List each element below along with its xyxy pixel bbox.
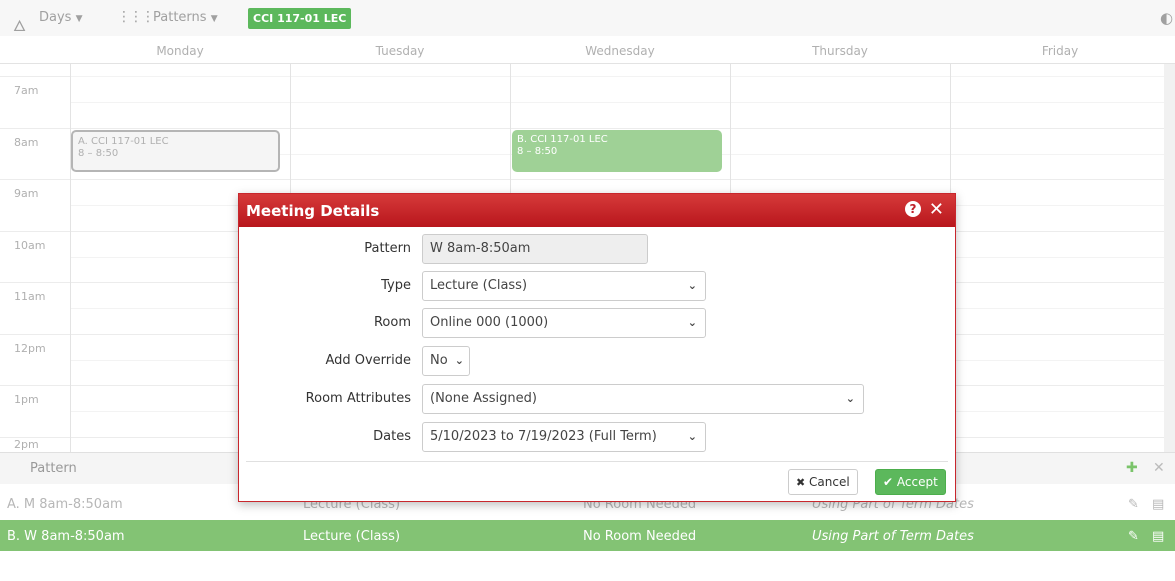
day-tuesday: Tuesday [375, 44, 425, 58]
pattern-row: Pattern W 8am-8:50am [239, 234, 957, 264]
room-value: Online 000 (1000) [430, 315, 549, 330]
room-select[interactable]: Online 000 (1000) ⌄ [422, 308, 706, 338]
attributes-value: (None Assigned) [430, 391, 537, 406]
row-room: No Room Needed [583, 529, 697, 544]
day-thursday: Thursday [812, 44, 868, 58]
table-row[interactable]: B. W 8am-8:50am Lecture (Class) No Room … [0, 520, 1175, 551]
day-friday: Friday [1041, 44, 1079, 58]
row-pattern: A. M 8am-8:50am [7, 497, 123, 512]
room-row: Room Online 000 (1000) ⌄ [239, 308, 957, 338]
time-label: 10am [14, 239, 46, 252]
time-label: 1pm [14, 393, 39, 406]
day-wednesday: Wednesday [585, 44, 655, 58]
patterns-label: Patterns [153, 10, 207, 25]
override-value: No [430, 353, 448, 368]
type-value: Lecture (Class) [430, 278, 528, 293]
chevron-down-icon: ▼ [75, 14, 83, 24]
course-badge[interactable]: CCI 117-01 LEC [248, 8, 352, 29]
dialog-title: Meeting Details [246, 202, 380, 220]
add-icon[interactable]: ✚ [1126, 460, 1138, 476]
event-title: A. CCI 117-01 LEC [78, 136, 169, 147]
days-dropdown[interactable]: Days ▼ [39, 10, 83, 25]
cancel-button[interactable]: ✖ Cancel [788, 469, 858, 495]
type-row: Type Lecture (Class) ⌄ [239, 271, 957, 301]
time-label: 12pm [14, 342, 46, 355]
pattern-label: Pattern [364, 241, 411, 256]
check-icon: ✔ [883, 475, 894, 489]
attributes-label: Room Attributes [305, 391, 411, 406]
patterns-dropdown[interactable]: Patterns ▼ [153, 10, 218, 25]
event-b[interactable]: B. CCI 117-01 LEC 8 – 8:50 [512, 130, 722, 172]
event-time: 8 – 8:50 [517, 146, 558, 157]
override-label: Add Override [325, 353, 411, 368]
dates-value: 5/10/2023 to 7/19/2023 (Full Term) [430, 429, 657, 444]
type-label: Type [381, 278, 411, 293]
row-dates: Using Part of Term Dates [812, 529, 974, 544]
grid-icon[interactable]: ⋮⋮⋮ [117, 9, 155, 25]
accept-label: Accept [896, 475, 938, 489]
override-select[interactable]: No ⌄ [422, 346, 470, 376]
time-label: 9am [14, 187, 39, 200]
row-pattern: B. W 8am-8:50am [7, 529, 125, 544]
dates-label: Dates [373, 429, 411, 444]
day-header: Monday Tuesday Wednesday Thursday Friday [0, 36, 1175, 64]
cancel-label: Cancel [809, 475, 850, 489]
chevron-down-icon: ⌄ [687, 430, 697, 443]
attributes-row: Room Attributes (None Assigned) ⌄ [239, 384, 957, 414]
divider [246, 461, 948, 462]
close-icon[interactable]: ✕ [1153, 460, 1165, 476]
accept-button[interactable]: ✔ Accept [875, 469, 946, 495]
time-label: 8am [14, 136, 39, 149]
close-icon: ✖ [796, 476, 806, 489]
meeting-details-dialog: Meeting Details ? ✕ Pattern W 8am-8:50am… [238, 193, 956, 502]
grid-scrollbar[interactable] [1164, 64, 1175, 452]
event-time: 8 – 8:50 [78, 148, 119, 159]
chevron-down-icon: ⌄ [687, 316, 697, 329]
dialog-header: Meeting Details ? ✕ [239, 194, 955, 227]
time-label: 2pm [14, 438, 39, 451]
event-a[interactable]: A. CCI 117-01 LEC 8 – 8:50 [71, 130, 280, 172]
toolbar: 🜂 Days ▼ ⋮⋮⋮ Patterns ▼ CCI 117-01 LEC ◐ [0, 0, 1175, 36]
day-monday: Monday [156, 44, 204, 58]
pattern-value: W 8am-8:50am [430, 241, 531, 256]
event-title: B. CCI 117-01 LEC [517, 134, 608, 145]
dates-row: Dates 5/10/2023 to 7/19/2023 (Full Term)… [239, 422, 957, 452]
override-row: Add Override No ⌄ [239, 346, 957, 376]
chevron-down-icon: ⌄ [454, 354, 464, 367]
days-label: Days [39, 10, 72, 25]
time-label: 11am [14, 290, 46, 303]
help-icon[interactable]: ? [905, 201, 921, 217]
type-select[interactable]: Lecture (Class) ⌄ [422, 271, 706, 301]
time-label: 7am [14, 84, 39, 97]
room-label: Room [373, 315, 411, 330]
refresh-icon[interactable]: ◐ [1160, 9, 1173, 27]
trash-icon[interactable]: ▤ [1152, 529, 1164, 544]
attributes-select[interactable]: (None Assigned) ⌄ [422, 384, 864, 414]
chevron-down-icon: ⌄ [845, 392, 855, 405]
row-type: Lecture (Class) [303, 529, 401, 544]
edit-icon[interactable]: ✎ [1128, 497, 1139, 512]
dates-select[interactable]: 5/10/2023 to 7/19/2023 (Full Term) ⌄ [422, 422, 706, 452]
edit-icon[interactable]: ✎ [1128, 529, 1139, 544]
chevron-down-icon: ⌄ [687, 279, 697, 292]
close-icon[interactable]: ✕ [929, 199, 944, 220]
trash-icon[interactable]: ▤ [1152, 497, 1164, 512]
pattern-header-label: Pattern [30, 461, 77, 476]
pattern-field: W 8am-8:50am [422, 234, 648, 264]
chevron-down-icon: ▼ [210, 14, 218, 24]
